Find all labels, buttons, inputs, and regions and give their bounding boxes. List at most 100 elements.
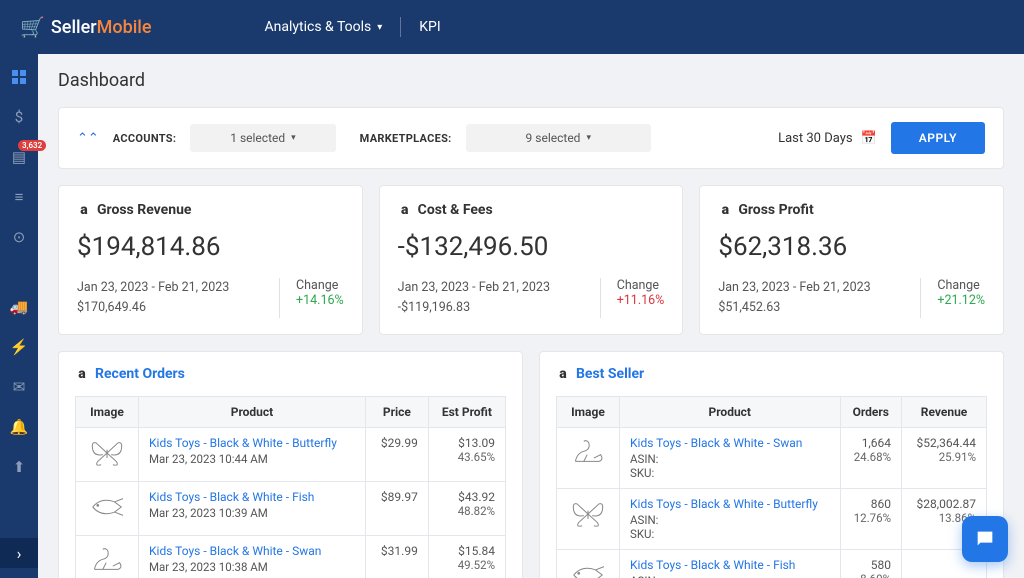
- sidebar-expand[interactable]: ›: [0, 538, 38, 568]
- main: Dashboard ⌃⌃ ACCOUNTS: 1 selected ▾ MARK…: [38, 54, 1024, 578]
- product-cell: Kids Toys - Black & White - Fish Mar 23,…: [139, 482, 366, 536]
- kpi-title-text: Gross Profit: [738, 202, 813, 218]
- product-cell: Kids Toys - Black & White - Swan ASIN: S…: [620, 428, 841, 489]
- accounts-dropdown[interactable]: 1 selected ▾: [190, 124, 335, 152]
- bolt-icon: ⚡: [10, 338, 29, 356]
- target-icon: ⊙: [13, 228, 26, 246]
- asin: ASIN:: [630, 574, 658, 578]
- table-row: Kids Toys - Black & White - Fish Mar 23,…: [76, 482, 506, 536]
- orders-cell: 1,66424.68%: [840, 428, 902, 489]
- sidebar-power[interactable]: ⚡: [8, 336, 30, 358]
- col-image: Image: [76, 397, 139, 428]
- product-link[interactable]: Kids Toys - Black & White - Butterfly: [630, 497, 830, 511]
- product-date: Mar 23, 2023 10:39 AM: [149, 506, 268, 520]
- sku: SKU:: [630, 527, 654, 541]
- apply-button[interactable]: APPLY: [891, 122, 985, 154]
- product-image: [76, 536, 139, 578]
- logo-mobile: Mobile: [97, 17, 152, 38]
- amazon-icon: a: [398, 203, 412, 217]
- chevron-right-icon: ›: [17, 544, 22, 563]
- topbar: 🛒 SellerMobile Analytics & Tools ▾ KPI: [0, 0, 1024, 54]
- col-price: Price: [365, 397, 428, 428]
- sidebar-mail[interactable]: ✉: [8, 376, 30, 398]
- marketplaces-dropdown[interactable]: 9 selected ▾: [466, 124, 651, 152]
- product-date: Mar 23, 2023 10:44 AM: [149, 452, 268, 466]
- topnav: Analytics & Tools ▾ KPI: [247, 17, 459, 37]
- best-seller-card: a Best Seller Image Product Orders Reven…: [539, 351, 1004, 578]
- recent-orders-table: Image Product Price Est Profit Kids Toys…: [75, 396, 506, 578]
- product-image: [557, 550, 620, 578]
- kpi-value: -$132,496.50: [398, 232, 665, 262]
- product-link[interactable]: Kids Toys - Black & White - Swan: [630, 436, 830, 450]
- truck-icon: 🚚: [10, 298, 29, 316]
- product-cell: Kids Toys - Black & White - Butterfly AS…: [620, 489, 841, 550]
- sidebar: $ ▤ 3,632 ≡ ⊙ 🚚 ⚡ ✉ 🔔 ⬆ ›: [0, 54, 38, 578]
- asin: ASIN:: [630, 513, 658, 527]
- bell-icon: 🔔: [10, 418, 29, 436]
- table-row: Kids Toys - Black & White - Butterfly AS…: [557, 489, 987, 550]
- sidebar-reports[interactable]: ▤ 3,632: [8, 146, 30, 168]
- nav-analytics-tools[interactable]: Analytics & Tools ▾: [247, 19, 401, 35]
- recent-orders-title: a Recent Orders: [75, 366, 506, 382]
- sidebar-target[interactable]: ⊙: [8, 226, 30, 248]
- kpi-row: aGross Revenue $194,814.86 Jan 23, 2023 …: [58, 185, 1004, 335]
- chevron-down-icon: ▾: [586, 133, 591, 143]
- product-image: [76, 482, 139, 536]
- revenue-cell: $52,364.4425.91%: [902, 428, 987, 489]
- product-link[interactable]: Kids Toys - Black & White - Fish: [630, 558, 830, 572]
- sidebar-alerts[interactable]: 🔔: [8, 416, 30, 438]
- product-cell: Kids Toys - Black & White - Butterfly Ma…: [139, 428, 366, 482]
- kpi-change: Change+11.16%: [601, 278, 665, 318]
- product-link[interactable]: Kids Toys - Black & White - Fish: [149, 490, 355, 504]
- kpi-period: Jan 23, 2023 - Feb 21, 2023$170,649.46: [77, 278, 279, 318]
- kpi-period: Jan 23, 2023 - Feb 21, 2023$51,452.63: [718, 278, 920, 318]
- nav-kpi[interactable]: KPI: [401, 19, 458, 35]
- product-cell: Kids Toys - Black & White - Fish ASIN: S…: [620, 550, 841, 578]
- logo-seller: Seller: [51, 17, 97, 38]
- amazon-icon: a: [75, 367, 89, 381]
- recent-orders-card: a Recent Orders Image Product Price Est …: [58, 351, 523, 578]
- col-product: Product: [620, 397, 841, 428]
- kpi-change: Change+14.16%: [280, 278, 344, 318]
- product-link[interactable]: Kids Toys - Black & White - Swan: [149, 544, 355, 558]
- mail-icon: ✉: [13, 378, 26, 396]
- sidebar-dashboard[interactable]: [8, 66, 30, 88]
- logo[interactable]: 🛒 SellerMobile: [20, 15, 152, 39]
- sidebar-finance[interactable]: $: [8, 106, 30, 128]
- orders-cell: 86012.76%: [840, 489, 902, 550]
- marketplaces-label: MARKETPLACES:: [360, 132, 452, 145]
- product-date: Mar 23, 2023 10:38 AM: [149, 560, 268, 574]
- kpi-period: Jan 23, 2023 - Feb 21, 2023-$119,196.83: [398, 278, 600, 318]
- calendar-icon: 📅: [861, 131, 877, 146]
- amazon-icon: a: [556, 367, 570, 381]
- table-row: Kids Toys - Black & White - Swan ASIN: S…: [557, 428, 987, 489]
- profit-cell: $15.8449.52%: [428, 536, 505, 578]
- sidebar-list[interactable]: ≡: [8, 186, 30, 208]
- sidebar-shipping[interactable]: 🚚: [8, 296, 30, 318]
- chevron-down-icon: ▾: [291, 133, 296, 143]
- upload-icon: ⬆: [13, 458, 26, 476]
- col-image: Image: [557, 397, 620, 428]
- kpi-title-text: Cost & Fees: [418, 202, 493, 218]
- grid-icon: [11, 69, 27, 85]
- list-icon: ≡: [15, 188, 24, 206]
- product-link[interactable]: Kids Toys - Black & White - Butterfly: [149, 436, 355, 450]
- date-range[interactable]: Last 30 Days 📅: [778, 131, 877, 146]
- chevron-down-icon: ▾: [377, 22, 382, 33]
- product-image: [557, 489, 620, 550]
- profit-cell: $43.9248.82%: [428, 482, 505, 536]
- asin: ASIN:: [630, 452, 658, 466]
- profit-cell: $13.0943.65%: [428, 428, 505, 482]
- best-seller-title: a Best Seller: [556, 366, 987, 382]
- product-image: [76, 428, 139, 482]
- kpi-change: Change+21.12%: [921, 278, 985, 318]
- collapse-icon[interactable]: ⌃⌃: [77, 131, 99, 146]
- product-image: [557, 428, 620, 489]
- sidebar-upload[interactable]: ⬆: [8, 456, 30, 478]
- kpi-card: a Cost & Fees -$132,496.50 Jan 23, 2023 -…: [379, 185, 684, 335]
- chat-button[interactable]: [962, 516, 1008, 562]
- kpi-value: $62,318.36: [718, 232, 985, 262]
- amazon-icon: a: [77, 203, 91, 217]
- accounts-label: ACCOUNTS:: [113, 132, 176, 145]
- col-product: Product: [139, 397, 366, 428]
